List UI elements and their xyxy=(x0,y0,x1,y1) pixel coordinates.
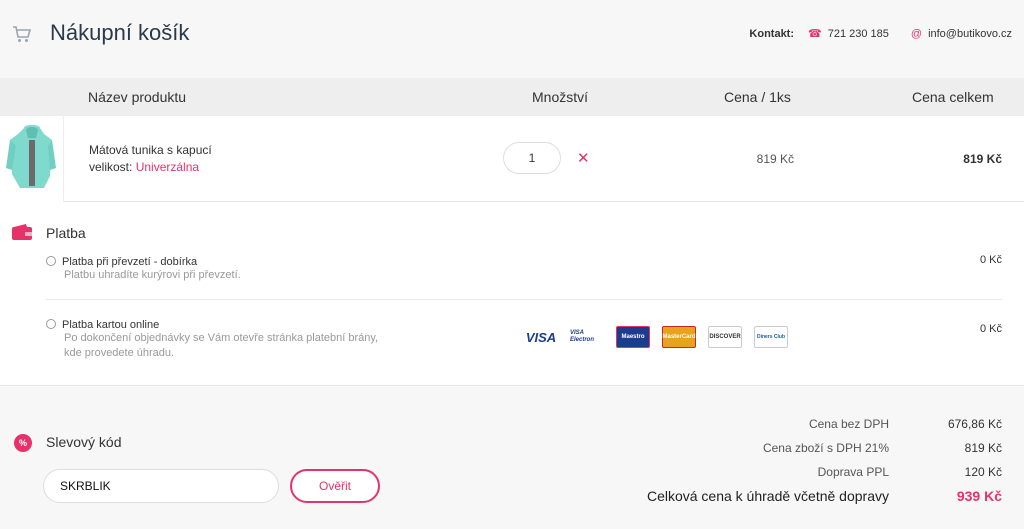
contact-phone[interactable]: 721 230 185 xyxy=(828,28,889,40)
col-product: Název produktu xyxy=(88,89,187,105)
visa-electron-logo: VISA Electron xyxy=(570,330,595,343)
product-size: velikost: Univerzálna xyxy=(89,160,199,174)
radio-card[interactable] xyxy=(46,319,56,329)
payment-option-price: 0 Kč xyxy=(979,323,1002,335)
wallet-icon xyxy=(12,224,32,240)
quantity-input[interactable]: 1 xyxy=(503,142,561,174)
payment-option-card[interactable]: Platba kartou online Po dokončení objedn… xyxy=(46,319,378,361)
payment-option-desc: Platbu uhradíte kurýrovi při převzetí. xyxy=(64,269,241,281)
payment-option-title: Platba kartou online xyxy=(62,319,160,331)
contact-email[interactable]: info@butikovo.cz xyxy=(928,28,1012,40)
cart-icon xyxy=(13,26,32,42)
discover-logo: DISCOVER xyxy=(708,326,742,348)
cart-table-header: Název produktu Množství Cena / 1ks Cena … xyxy=(0,78,1024,116)
payment-option-desc: Po dokončení objednávky se Vám otevře st… xyxy=(64,332,379,344)
coupon-input[interactable] xyxy=(43,469,279,503)
product-name[interactable]: Mátová tunika s kapucí xyxy=(89,143,212,157)
verify-button[interactable]: Ověřit xyxy=(290,469,380,503)
payment-option-cod[interactable]: Platba při převzetí - dobírka Platbu uhr… xyxy=(46,256,241,283)
summary-label: Cena bez DPH xyxy=(808,417,889,431)
maestro-logo: Maestro xyxy=(616,326,650,348)
at-icon: @ xyxy=(910,27,923,40)
table-row: Mátová tunika s kapucí velikost: Univerz… xyxy=(0,116,1024,202)
summary-value: 819 Kč xyxy=(964,441,1002,455)
col-total: Cena celkem xyxy=(912,89,994,105)
col-unit-price: Cena / 1ks xyxy=(724,89,791,105)
summary-value: 120 Kč xyxy=(964,465,1002,479)
col-quantity: Množství xyxy=(532,89,589,105)
summary-value: 676,86 Kč xyxy=(947,417,1002,431)
visa-logo: VISA xyxy=(525,329,557,345)
payment-title: Platba xyxy=(46,225,86,241)
payment-section: Platba Platba při převzetí - dobírka Pla… xyxy=(0,202,1024,386)
size-value: Univerzálna xyxy=(135,160,200,174)
size-label: velikost: xyxy=(89,160,133,174)
remove-icon[interactable]: ✕ xyxy=(577,149,590,167)
payment-option-price: 0 Kč xyxy=(979,254,1002,266)
total-value: 939 Kč xyxy=(956,488,1002,504)
summary-label: Doprava PPL xyxy=(817,465,889,479)
payment-option-title: Platba při převzetí - dobírka xyxy=(62,256,198,268)
contact-label: Kontakt: xyxy=(749,27,795,40)
coupon-title: Slevový kód xyxy=(46,434,122,450)
radio-cod[interactable] xyxy=(46,256,56,266)
total-price: 819 Kč xyxy=(963,152,1002,166)
product-image[interactable] xyxy=(0,116,64,202)
divider xyxy=(46,299,1002,300)
phone-icon: ☎ xyxy=(808,28,822,40)
contact-info: Kontakt: ☎ 721 230 185 @ info@butikovo.c… xyxy=(749,27,1012,41)
summary-label: Cena zboží s DPH 21% xyxy=(762,441,889,455)
percent-icon: % xyxy=(14,434,32,452)
card-logos: VISA VISA Electron Maestro MasterCard DI… xyxy=(524,326,788,348)
mastercard-logo: MasterCard xyxy=(662,326,696,348)
total-label: Celková cena k úhradě včetně dopravy xyxy=(646,488,889,504)
unit-price: 819 Kč xyxy=(756,152,794,166)
header: Nákupní košík Kontakt: ☎ 721 230 185 @ i… xyxy=(0,0,1024,78)
diners-club-logo: Diners Club xyxy=(754,326,788,348)
payment-option-desc: kde provedete úhradu. xyxy=(64,347,175,359)
page-title: Nákupní košík xyxy=(50,20,190,45)
